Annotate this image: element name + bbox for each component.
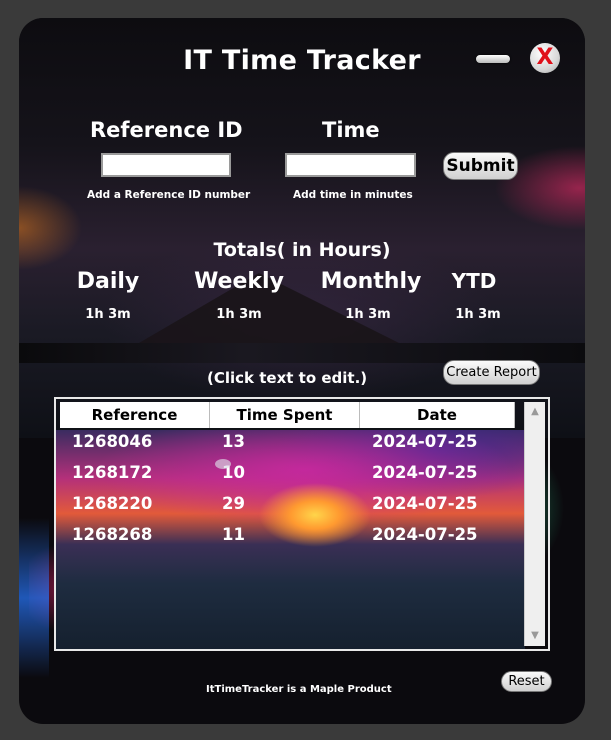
cell-reference[interactable]: 1268220 (72, 494, 152, 513)
table-row[interactable]: 1268172 10 2024-07-25 (56, 460, 516, 491)
product-credit: ItTimeTracker is a Maple Product (206, 684, 392, 695)
cell-reference[interactable]: 1268172 (72, 463, 152, 482)
chevron-up-icon[interactable]: ▲ (525, 402, 545, 422)
chevron-down-icon[interactable]: ▼ (525, 626, 545, 646)
cell-reference[interactable]: 1268046 (72, 432, 152, 451)
table-row[interactable]: 1268268 11 2024-07-25 (56, 522, 516, 553)
time-label: Time (322, 118, 380, 142)
create-report-button[interactable]: Create Report (443, 360, 540, 385)
submit-button[interactable]: Submit (443, 152, 518, 180)
ytd-label: YTD (451, 269, 497, 293)
entries-table: Reference Time Spent Date 1268046 13 202… (54, 397, 550, 651)
ytd-value: 1h 3m (455, 307, 501, 322)
weekly-value: 1h 3m (216, 307, 262, 322)
time-hint: Add time in minutes (293, 189, 413, 201)
cell-time[interactable]: 13 (222, 432, 245, 451)
edit-hint: (Click text to edit.) (207, 369, 368, 387)
weekly-label: Weekly (194, 269, 284, 294)
daily-value: 1h 3m (85, 307, 131, 322)
cell-date[interactable]: 2024-07-25 (372, 463, 478, 482)
cell-time[interactable]: 29 (222, 494, 245, 513)
reset-button[interactable]: Reset (501, 671, 552, 692)
cell-date[interactable]: 2024-07-25 (372, 432, 478, 451)
daily-label: Daily (76, 269, 140, 294)
cursor-indicator (215, 459, 231, 469)
minimize-icon[interactable] (476, 55, 510, 63)
table-row[interactable]: 1268220 29 2024-07-25 (56, 491, 516, 522)
cell-date[interactable]: 2024-07-25 (372, 494, 478, 513)
reference-id-hint: Add a Reference ID number (87, 189, 251, 201)
reference-id-label: Reference ID (90, 118, 243, 142)
column-header-date[interactable]: Date (360, 402, 515, 428)
table-scrollbar[interactable]: ▲ ▼ (524, 402, 545, 646)
cell-reference[interactable]: 1268268 (72, 525, 152, 544)
reference-id-input[interactable] (101, 153, 231, 177)
column-header-time-spent[interactable]: Time Spent (210, 402, 360, 428)
column-header-reference[interactable]: Reference (60, 402, 210, 428)
cell-date[interactable]: 2024-07-25 (372, 525, 478, 544)
cell-time[interactable]: 11 (222, 525, 245, 544)
totals-heading: Totals( in Hours) (213, 239, 391, 261)
app-window: IT Time Tracker X Reference ID Time Add … (19, 18, 585, 724)
table-body: 1268046 13 2024-07-25 1268172 10 2024-07… (56, 429, 516, 553)
close-icon[interactable]: X (530, 43, 560, 73)
time-input[interactable] (285, 153, 416, 177)
table-row[interactable]: 1268046 13 2024-07-25 (56, 429, 516, 460)
table-header: Reference Time Spent Date (60, 402, 515, 428)
